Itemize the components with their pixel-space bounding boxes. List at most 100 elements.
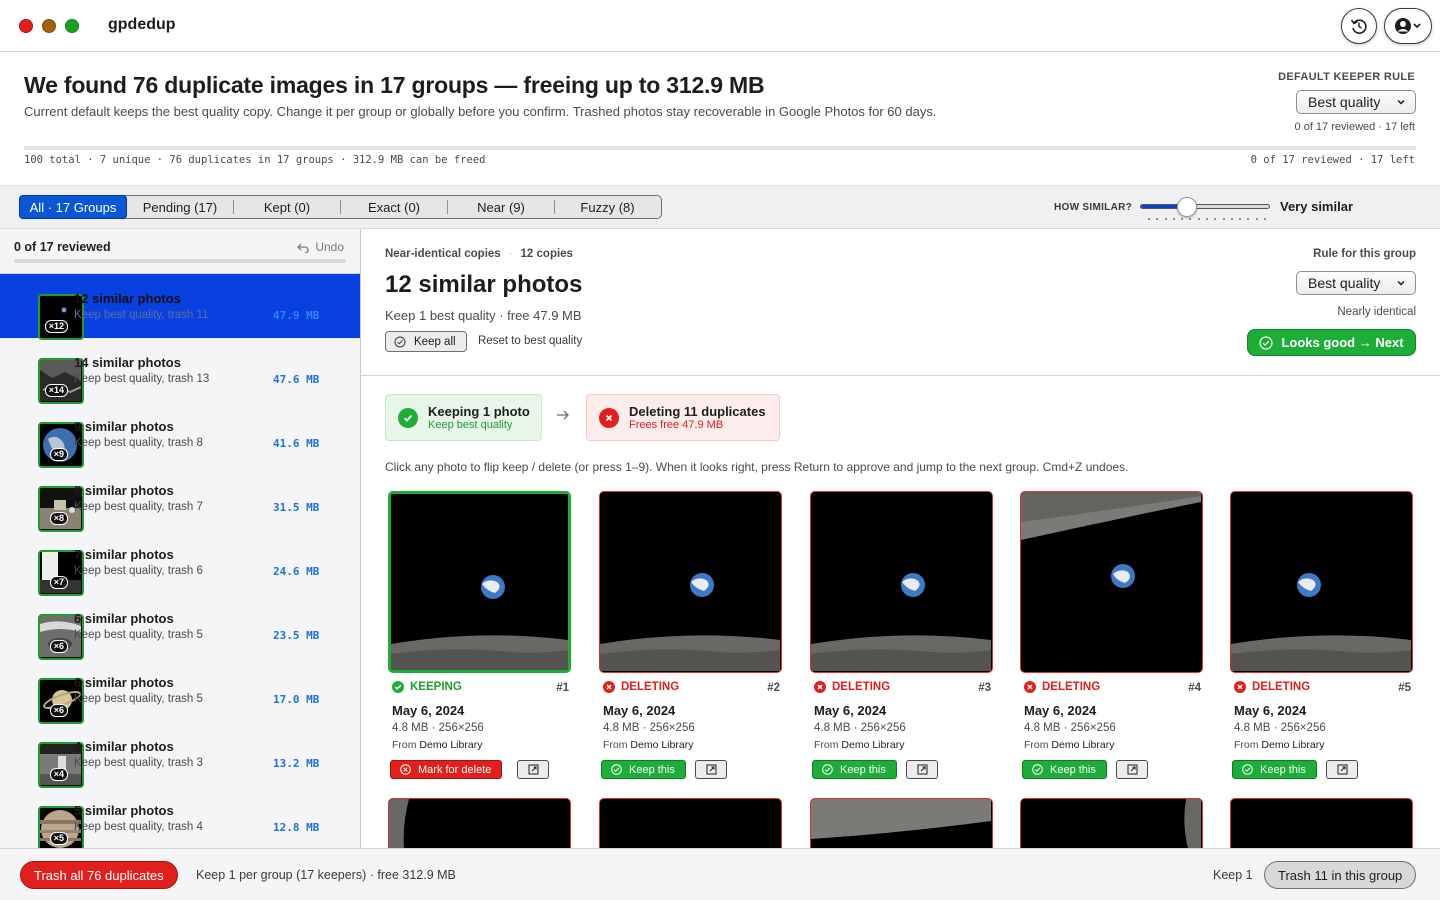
tab-all[interactable]: All · 17 Groups (19, 195, 127, 219)
keep-this-button[interactable]: Keep this (601, 760, 686, 779)
list-item[interactable]: ×14 14 similar photos Keep best quality,… (0, 338, 360, 404)
similarity-slider-thumb[interactable] (1177, 197, 1197, 217)
group-rule-select[interactable]: Best quality (1296, 271, 1416, 295)
account-menu-button[interactable] (1384, 8, 1432, 44)
app-title: gpdedup (108, 16, 176, 33)
footer-summary: Keep 1 per group (17 keepers) · free 312… (196, 868, 456, 882)
photo-thumbnail[interactable] (810, 798, 993, 848)
similarity-slider[interactable] (1140, 204, 1270, 209)
sidebar-undo-button[interactable]: Undo (297, 240, 344, 254)
group-title: 9 similar photos (74, 419, 174, 434)
next-label: Looks good → Next (1281, 335, 1404, 350)
reset-best-quality-button[interactable]: Reset to best quality (478, 335, 582, 347)
keep-all-button[interactable]: Keep all (385, 331, 467, 352)
default-keeper-label: DEFAULT KEEPER RULE (1278, 71, 1415, 83)
photo-thumbnail[interactable] (388, 491, 571, 673)
close-window-button[interactable] (19, 19, 33, 33)
external-link-icon (706, 764, 716, 775)
photo-meta: 4.8 MB · 256×256 (392, 722, 484, 734)
count-badge: ×4 (49, 768, 68, 781)
review-progress-bar (24, 146, 1416, 150)
group-subtitle: Keep best quality, trash 4 (74, 821, 203, 833)
open-photo-button[interactable] (1326, 760, 1358, 779)
count-badge: ×9 (49, 448, 68, 461)
minimize-window-button[interactable] (42, 19, 56, 33)
photo-number: #5 (1398, 682, 1411, 694)
group-summary: Keep 1 best quality · free 47.9 MB (385, 308, 582, 323)
deleting-subtitle: Frees free 47.9 MB (629, 419, 724, 431)
open-photo-button[interactable] (695, 760, 727, 779)
list-item[interactable]: ×12 12 similar photos Keep best quality,… (0, 274, 360, 340)
photo-thumbnail[interactable] (1020, 491, 1203, 673)
check-circle-icon (1259, 335, 1274, 350)
tab-kept[interactable]: Kept (0) (234, 196, 340, 218)
external-link-icon (917, 764, 927, 775)
list-item[interactable]: ×4 4 similar photos Keep best quality, t… (0, 722, 360, 788)
filter-bar: All · 17 Groups Pending (17) Kept (0) Ex… (0, 186, 1440, 229)
zoom-window-button[interactable] (65, 19, 79, 33)
looks-good-next-button[interactable]: Looks good → Next (1247, 329, 1416, 356)
list-item[interactable]: ×5 5 similar photos Keep best quality, t… (0, 786, 360, 848)
photo-source: From Demo Library (392, 739, 483, 751)
photo-meta: 4.8 MB · 256×256 (1234, 722, 1326, 734)
list-item[interactable]: ×6 6 similar photos Keep best quality, t… (0, 658, 360, 724)
photo-date: May 6, 2024 (392, 703, 465, 718)
trash-all-button[interactable]: Trash all 76 duplicates (20, 861, 178, 889)
group-title: 6 similar photos (74, 611, 174, 626)
group-rule-value: Best quality (1308, 275, 1381, 291)
deleting-title: Deleting 11 duplicates (629, 404, 766, 419)
default-keeper-select[interactable]: Best quality (1296, 90, 1416, 114)
list-item[interactable]: ×7 7 similar photos Keep best quality, t… (0, 530, 360, 596)
photo-thumbnail[interactable] (388, 798, 571, 848)
photo-thumbnail[interactable] (1230, 491, 1413, 673)
group-title-heading: 12 similar photos (385, 271, 583, 298)
group-subtitle: Keep best quality, trash 7 (74, 501, 203, 513)
open-photo-button[interactable] (906, 760, 938, 779)
group-subtitle: Keep best quality, trash 8 (74, 437, 203, 449)
open-photo-button[interactable] (1116, 760, 1148, 779)
list-item[interactable]: ×9 9 similar photos Keep best quality, t… (0, 402, 360, 468)
page-title: We found 76 duplicate images in 17 group… (24, 72, 765, 98)
status-deleting: DELETING (814, 681, 890, 693)
photo-thumbnail[interactable] (810, 491, 993, 673)
photo-meta: 4.8 MB · 256×256 (814, 722, 906, 734)
keep-this-button[interactable]: Keep this (1232, 760, 1317, 779)
photo-thumbnail[interactable] (1020, 798, 1203, 848)
group-size: 41.6 MB (273, 437, 320, 450)
list-item[interactable]: ×6 6 similar photos Keep best quality, t… (0, 594, 360, 660)
photo-source: From Demo Library (814, 739, 905, 751)
tab-exact[interactable]: Exact (0) (341, 196, 447, 218)
mark-for-delete-button[interactable]: Mark for delete (390, 760, 503, 779)
count-badge: ×6 (49, 704, 68, 717)
keep-this-button[interactable]: Keep this (1022, 760, 1107, 779)
group-sidebar: 0 of 17 reviewed Undo ×12 12 similar pho… (0, 229, 361, 848)
stats-reviewed: 0 of 17 reviewed · 17 left (1250, 154, 1415, 166)
instructions: Click any photo to flip keep / delete (o… (385, 460, 1129, 474)
x-circle-icon (1234, 681, 1246, 693)
undo-icon (297, 243, 309, 253)
similarity-value: Very similar (1280, 199, 1353, 214)
stats-summary: 100 total · 7 unique · 76 duplicates in … (24, 154, 486, 166)
keep-this-button[interactable]: Keep this (812, 760, 897, 779)
sidebar-reviewed: 0 of 17 reviewed (14, 240, 111, 254)
tab-pending[interactable]: Pending (17) (127, 196, 233, 218)
check-circle-icon (1242, 764, 1253, 775)
trash-group-button[interactable]: Trash 11 in this group (1264, 861, 1417, 889)
count-badge: ×12 (44, 320, 68, 333)
count-badge: ×8 (49, 512, 68, 525)
photo-thumbnail[interactable] (1230, 798, 1413, 848)
group-title: 5 similar photos (74, 803, 174, 818)
group-title: 8 similar photos (74, 483, 174, 498)
count-badge: ×6 (49, 640, 68, 653)
tab-fuzzy[interactable]: Fuzzy (8) (555, 196, 660, 218)
open-photo-button[interactable] (517, 760, 549, 779)
tab-near[interactable]: Near (9) (448, 196, 554, 218)
group-list: ×12 12 similar photos Keep best quality,… (0, 273, 360, 848)
photo-thumbnail[interactable] (599, 798, 782, 848)
summary-header: We found 76 duplicate images in 17 group… (0, 52, 1440, 186)
photo-thumbnail[interactable] (599, 491, 782, 673)
list-item[interactable]: ×8 8 similar photos Keep best quality, t… (0, 466, 360, 532)
history-button[interactable] (1341, 8, 1377, 44)
group-size: 31.5 MB (273, 501, 320, 514)
title-bar: gpdedup (0, 0, 1440, 52)
